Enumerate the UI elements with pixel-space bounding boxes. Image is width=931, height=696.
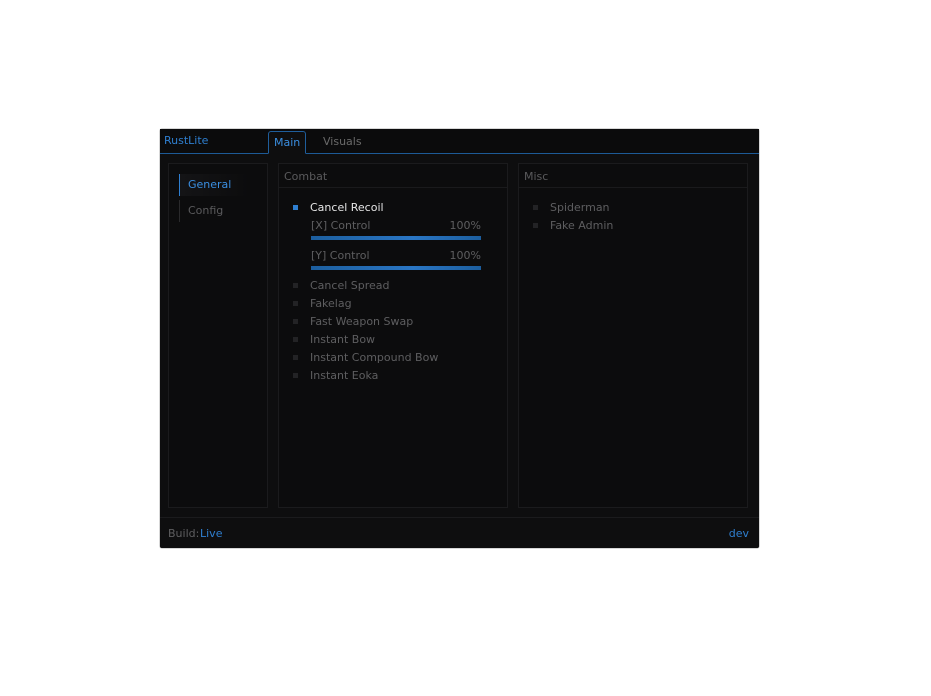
option-label: Spiderman xyxy=(550,201,610,214)
cheat-menu-window: RustLite Main Visuals General Config Com… xyxy=(160,129,759,548)
slider-value: 100% xyxy=(449,249,481,262)
slider-fill xyxy=(311,266,481,270)
build-label: Build: xyxy=(168,527,200,540)
dev-label: dev xyxy=(728,527,749,540)
checkbox-icon[interactable] xyxy=(533,205,538,210)
option-label: Cancel Recoil xyxy=(310,201,384,214)
checkbox-icon[interactable] xyxy=(293,205,298,210)
tab-main[interactable]: Main xyxy=(268,131,307,154)
misc-panel: Misc Spiderman Fake Admin xyxy=(518,163,748,508)
checkbox-icon[interactable] xyxy=(293,355,298,360)
slider-value: 100% xyxy=(449,219,481,232)
checkbox-icon[interactable] xyxy=(293,337,298,342)
option-label: Instant Bow xyxy=(310,333,376,346)
option-label: Fake Admin xyxy=(550,219,614,232)
tab-visuals[interactable]: Visuals xyxy=(318,131,367,153)
misc-panel-title: Misc xyxy=(524,170,549,183)
checkbox-icon[interactable] xyxy=(293,301,298,306)
slider-x-control[interactable]: [X] Control 100% xyxy=(311,219,481,249)
checkbox-icon[interactable] xyxy=(293,283,298,288)
slider-y-control[interactable]: [Y] Control 100% xyxy=(311,249,481,279)
slider-track[interactable] xyxy=(311,236,481,240)
option-label: Fakelag xyxy=(310,297,352,310)
slider-fill xyxy=(311,236,481,240)
checkbox-icon[interactable] xyxy=(293,373,298,378)
slider-track[interactable] xyxy=(311,266,481,270)
slider-label: [Y] Control xyxy=(311,249,370,262)
option-label: Instant Compound Bow xyxy=(310,351,439,364)
option-label: Instant Eoka xyxy=(310,369,379,382)
sidebar-item-general[interactable]: General xyxy=(179,174,249,196)
checkbox-icon[interactable] xyxy=(293,319,298,324)
combat-panel-title: Combat xyxy=(284,170,328,183)
title-bar: RustLite Main Visuals xyxy=(160,129,759,154)
slider-label: [X] Control xyxy=(311,219,371,232)
combat-panel: Combat Cancel Recoil [X] Control 100% [Y… xyxy=(278,163,508,508)
combat-panel-header: Combat xyxy=(279,164,507,188)
sidebar: General Config xyxy=(168,163,268,508)
status-footer: Build: Live dev xyxy=(160,517,759,548)
option-label: Cancel Spread xyxy=(310,279,390,292)
build-value: Live xyxy=(200,527,223,540)
option-label: Fast Weapon Swap xyxy=(310,315,414,328)
app-title: RustLite xyxy=(164,134,209,147)
misc-panel-header: Misc xyxy=(519,164,747,188)
checkbox-icon[interactable] xyxy=(533,223,538,228)
sidebar-item-config[interactable]: Config xyxy=(179,200,249,222)
